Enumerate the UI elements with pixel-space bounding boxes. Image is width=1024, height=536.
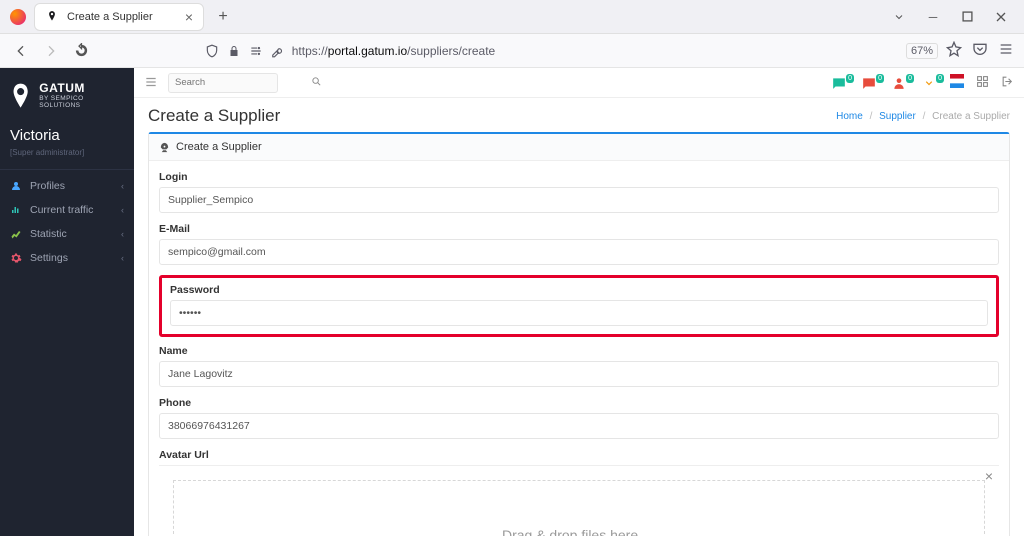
window-minimize-button[interactable]: ─ bbox=[916, 3, 950, 31]
pocket-icon[interactable] bbox=[972, 41, 988, 60]
field-phone: Phone bbox=[159, 397, 999, 439]
url-text: https://portal.gatum.io/suppliers/create bbox=[292, 44, 495, 58]
email-input[interactable] bbox=[159, 239, 999, 265]
name-label: Name bbox=[159, 345, 999, 357]
tab-favicon bbox=[45, 10, 59, 24]
field-login: Login bbox=[159, 171, 999, 213]
breadcrumb-home[interactable]: Home bbox=[836, 111, 863, 122]
breadcrumb-supplier[interactable]: Supplier bbox=[879, 111, 916, 122]
page-header: Create a Supplier Home / Supplier / Crea… bbox=[134, 98, 1024, 132]
notif-messages[interactable]: 0 bbox=[830, 76, 848, 90]
notif-downloads[interactable]: 0 bbox=[920, 76, 938, 90]
sidebar-item-traffic[interactable]: Current traffic ‹ bbox=[0, 198, 134, 222]
sidebar-user: Victoria [Super administrator] bbox=[0, 121, 134, 161]
dropzone-close-icon[interactable]: × bbox=[985, 468, 993, 484]
sidebar-nav: Profiles ‹ Current traffic ‹ Statistic ‹… bbox=[0, 174, 134, 270]
signal-icon bbox=[10, 204, 22, 216]
avatar-dropzone-wrap: × Drag & drop files here … bbox=[159, 465, 999, 536]
notif-users[interactable]: 0 bbox=[890, 76, 908, 90]
field-password: Password bbox=[170, 284, 988, 326]
new-tab-button[interactable]: + bbox=[210, 4, 236, 30]
field-avatar: Avatar Url bbox=[159, 449, 999, 461]
chart-icon bbox=[10, 228, 22, 240]
key-icon bbox=[270, 43, 286, 59]
sidebar-separator bbox=[0, 169, 134, 170]
nav-back-button[interactable] bbox=[10, 40, 32, 62]
search-input[interactable] bbox=[175, 77, 307, 88]
sidebar-item-label: Current traffic bbox=[30, 204, 93, 216]
password-input[interactable] bbox=[170, 300, 988, 326]
user-name: Victoria bbox=[10, 127, 124, 144]
login-label: Login bbox=[159, 171, 999, 183]
sidebar-item-label: Profiles bbox=[30, 180, 65, 192]
page-title: Create a Supplier bbox=[148, 106, 280, 126]
login-input[interactable] bbox=[159, 187, 999, 213]
avatar-label: Avatar Url bbox=[159, 449, 999, 461]
browser-toolbar: https://portal.gatum.io/suppliers/create… bbox=[0, 34, 1024, 68]
name-input[interactable] bbox=[159, 361, 999, 387]
rocket-icon bbox=[159, 142, 170, 153]
phone-input[interactable] bbox=[159, 413, 999, 439]
logout-icon[interactable] bbox=[1001, 75, 1014, 91]
nav-reload-button[interactable] bbox=[70, 40, 92, 62]
nav-forward-button[interactable] bbox=[40, 40, 62, 62]
main: 0 0 0 0 Create a Supplier Home / Supplie… bbox=[134, 68, 1024, 536]
form-panel: Create a Supplier Login E-Mail Password bbox=[148, 132, 1010, 536]
chevron-left-icon: ‹ bbox=[121, 205, 124, 215]
avatar-dropzone[interactable]: Drag & drop files here … bbox=[173, 480, 985, 536]
sidebar-item-label: Statistic bbox=[30, 228, 67, 240]
sidebar-item-statistic[interactable]: Statistic ‹ bbox=[0, 222, 134, 246]
window-maximize-button[interactable] bbox=[950, 3, 984, 31]
window-close-button[interactable] bbox=[984, 3, 1018, 31]
chevron-left-icon: ‹ bbox=[121, 181, 124, 191]
topbar-actions: 0 0 0 0 bbox=[830, 74, 1014, 91]
breadcrumb: Home / Supplier / Create a Supplier bbox=[836, 111, 1010, 122]
tab-title: Create a Supplier bbox=[67, 11, 177, 23]
tab-close-icon[interactable]: × bbox=[185, 9, 193, 25]
chevron-left-icon: ‹ bbox=[121, 229, 124, 239]
sidebar-item-label: Settings bbox=[30, 252, 68, 264]
lock-icon bbox=[226, 43, 242, 59]
password-highlight: Password bbox=[159, 275, 999, 337]
gear-icon bbox=[10, 252, 22, 264]
dropzone-text: Drag & drop files here … bbox=[502, 527, 656, 536]
browser-tab[interactable]: Create a Supplier × bbox=[34, 3, 204, 31]
panel-title: Create a Supplier bbox=[176, 141, 262, 153]
email-label: E-Mail bbox=[159, 223, 999, 235]
brand-logo-icon bbox=[10, 83, 31, 109]
sidebar-item-profiles[interactable]: Profiles ‹ bbox=[0, 174, 134, 198]
chevron-left-icon: ‹ bbox=[121, 253, 124, 263]
address-bar[interactable]: https://portal.gatum.io/suppliers/create bbox=[204, 43, 794, 59]
topbar: 0 0 0 0 bbox=[134, 68, 1024, 98]
brand-byline: BY SEMPICO SOLUTIONS bbox=[39, 96, 124, 109]
grid-icon[interactable] bbox=[976, 75, 989, 91]
permissions-icon bbox=[248, 43, 264, 59]
panel-body: Login E-Mail Password Name bbox=[149, 161, 1009, 536]
notif-alerts[interactable]: 0 bbox=[860, 76, 878, 90]
app-search[interactable] bbox=[168, 73, 278, 93]
user-icon bbox=[10, 180, 22, 192]
breadcrumb-current: Create a Supplier bbox=[932, 111, 1010, 122]
password-label: Password bbox=[170, 284, 988, 296]
browser-titlebar: Create a Supplier × + ─ bbox=[0, 0, 1024, 34]
flag-icon[interactable] bbox=[950, 74, 964, 91]
field-name: Name bbox=[159, 345, 999, 387]
app-menu-icon[interactable] bbox=[998, 41, 1014, 60]
app-sidebar: GATUM BY SEMPICO SOLUTIONS Victoria [Sup… bbox=[0, 68, 134, 536]
star-icon[interactable] bbox=[946, 41, 962, 60]
field-email: E-Mail bbox=[159, 223, 999, 265]
firefox-icon bbox=[10, 9, 26, 25]
shield-icon bbox=[204, 43, 220, 59]
content: Create a Supplier Login E-Mail Password bbox=[134, 132, 1024, 536]
sidebar-item-settings[interactable]: Settings ‹ bbox=[0, 246, 134, 270]
phone-label: Phone bbox=[159, 397, 999, 409]
menu-toggle-icon[interactable] bbox=[144, 75, 160, 91]
brand-name: GATUM bbox=[39, 82, 124, 94]
user-role: [Super administrator] bbox=[10, 148, 124, 157]
chevron-down-icon[interactable] bbox=[882, 3, 916, 31]
panel-header: Create a Supplier bbox=[149, 134, 1009, 161]
search-icon bbox=[311, 76, 322, 90]
brand: GATUM BY SEMPICO SOLUTIONS bbox=[0, 76, 134, 121]
zoom-indicator[interactable]: 67% bbox=[906, 43, 938, 59]
